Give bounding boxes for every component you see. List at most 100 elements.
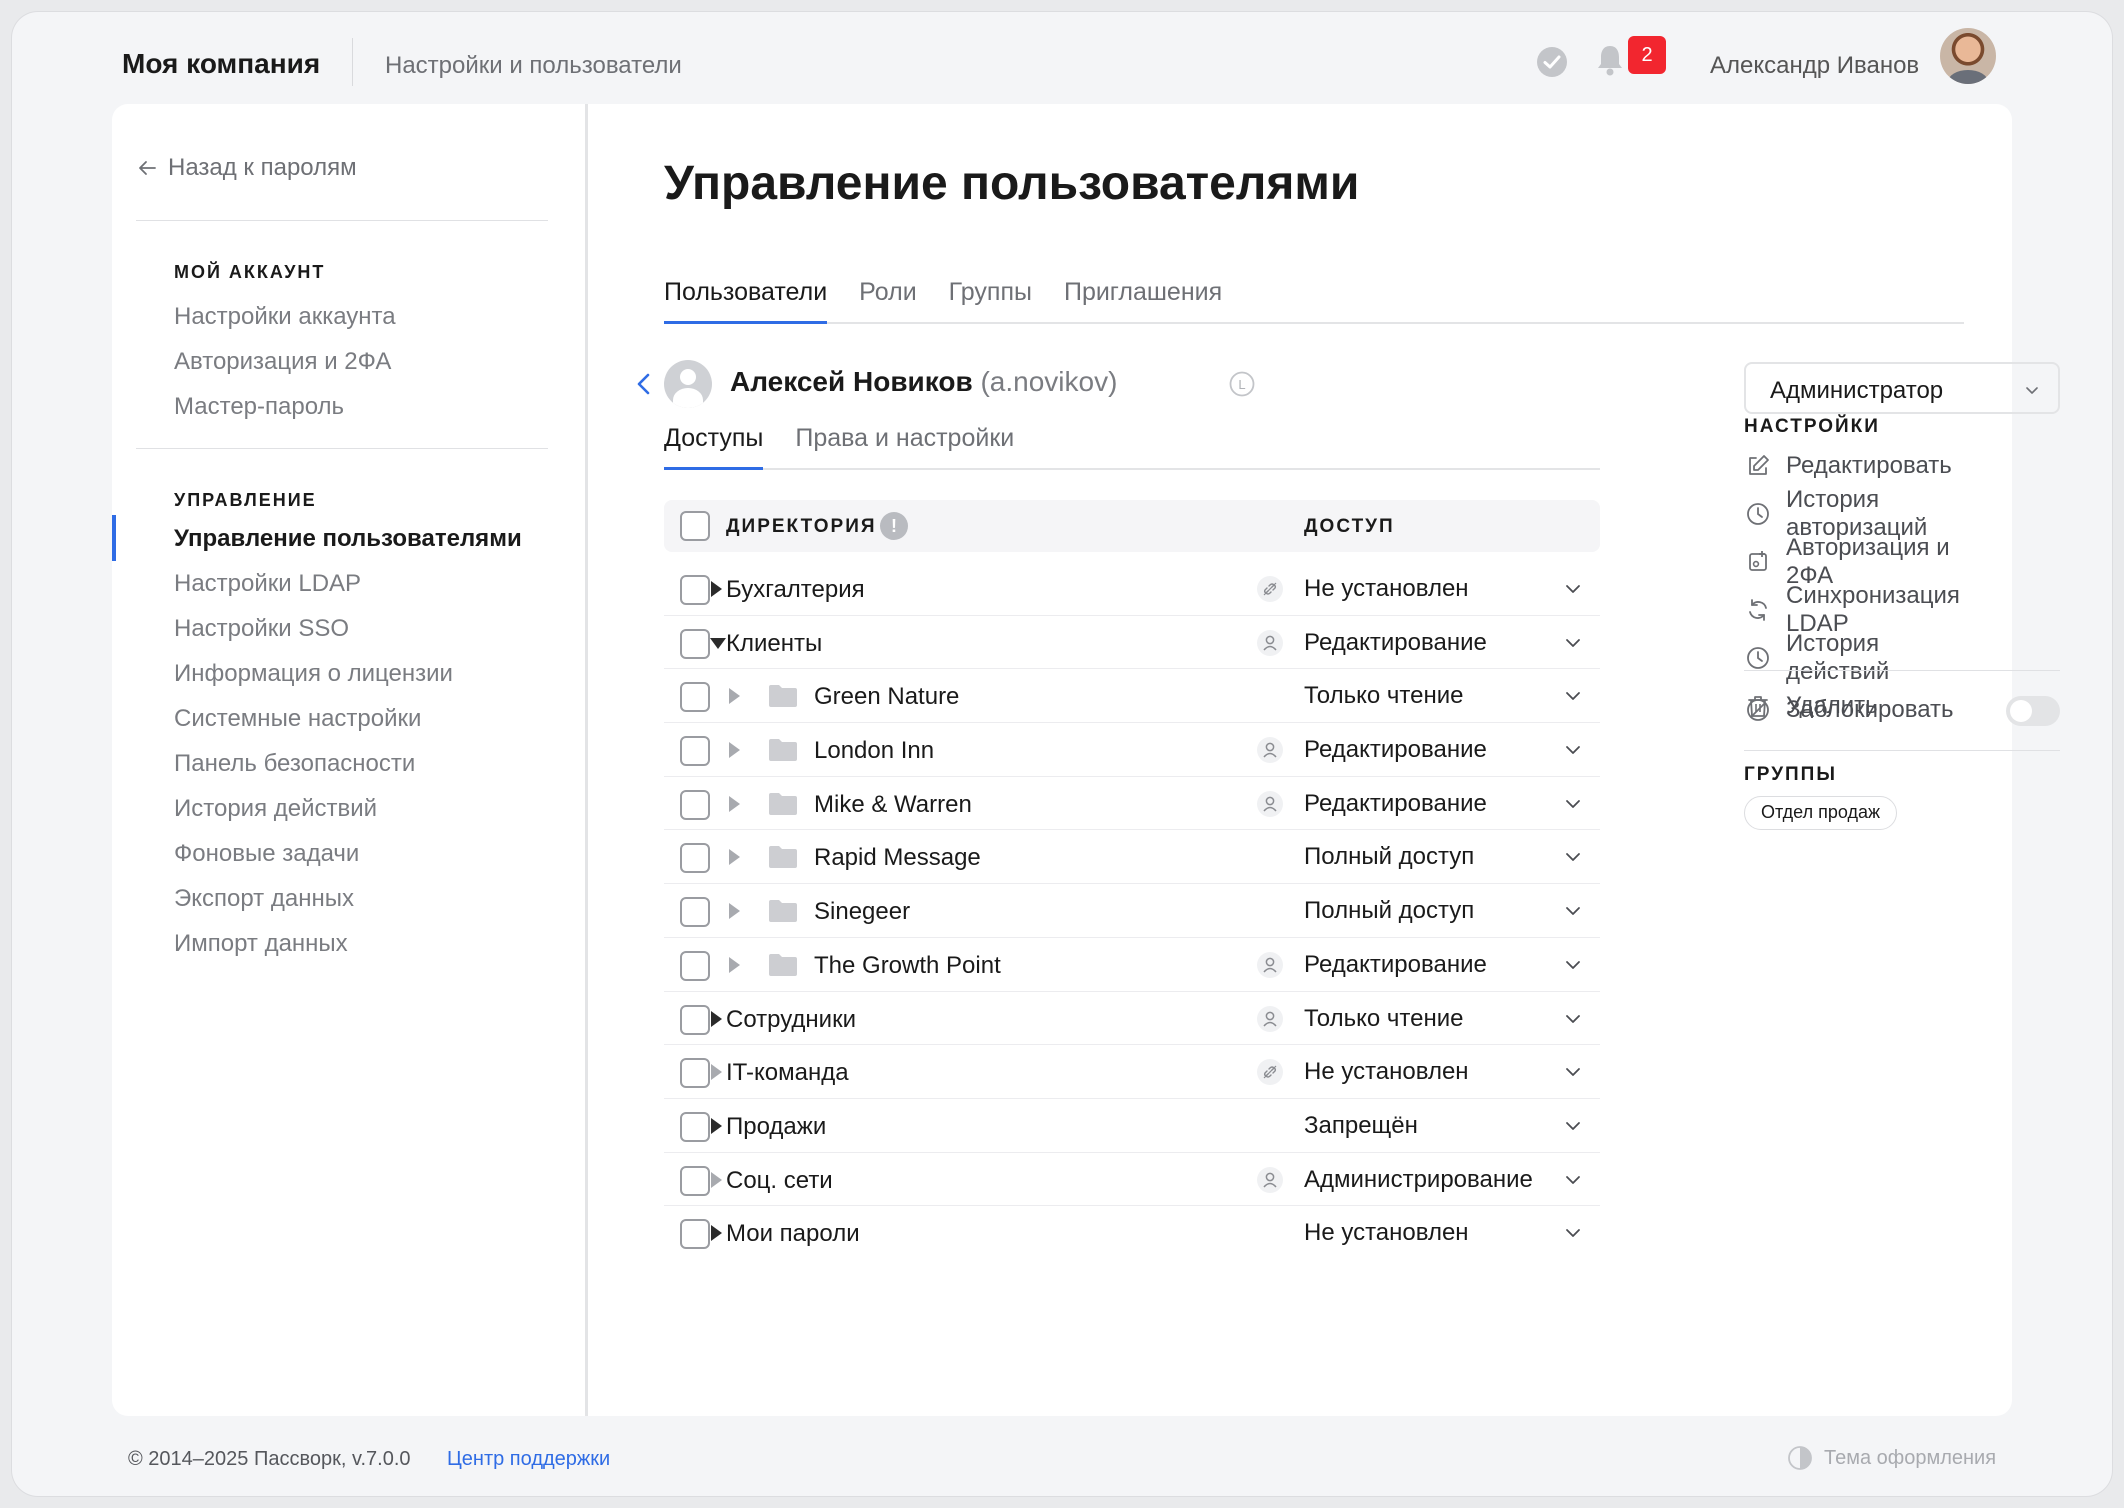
caret-right-icon[interactable] — [729, 903, 740, 920]
chevron-left-icon[interactable] — [632, 370, 656, 398]
row-access-select[interactable]: Редактирование — [1304, 790, 1487, 818]
caret-right-icon[interactable] — [711, 1117, 722, 1134]
tab-invitations[interactable]: Приглашения — [1064, 272, 1222, 322]
action-edit[interactable]: Редактировать — [1744, 442, 1972, 490]
row-access-select[interactable]: Администрирование — [1304, 1166, 1533, 1194]
row-directory-name[interactable]: Mike & Warren — [814, 791, 972, 819]
row-directory-name[interactable]: Sinegeer — [814, 898, 910, 926]
caret-right-icon[interactable] — [711, 1171, 722, 1188]
sidebar-item-license[interactable]: Информация о лицензии — [174, 651, 522, 696]
theme-toggle[interactable]: Тема оформления — [1786, 1444, 1996, 1472]
row-checkbox[interactable] — [680, 1165, 710, 1196]
row-checkbox[interactable] — [680, 789, 710, 820]
avatar[interactable] — [1940, 28, 1996, 84]
row-checkbox[interactable] — [680, 736, 710, 767]
action-ldap-sync[interactable]: Синхронизация LDAP — [1744, 582, 1972, 637]
sidebar-item-sso[interactable]: Настройки SSO — [174, 606, 522, 651]
current-user-name[interactable]: Александр Иванов — [1710, 52, 1919, 80]
action-auth-history[interactable]: История авторизаций — [1744, 486, 1972, 541]
row-checkbox[interactable] — [680, 843, 710, 874]
row-access-select[interactable]: Редактирование — [1304, 629, 1487, 657]
chevron-down-icon[interactable] — [1564, 795, 1582, 813]
sidebar-item-security-dashboard[interactable]: Панель безопасности — [174, 741, 522, 786]
caret-right-icon[interactable] — [729, 956, 740, 973]
row-directory-name[interactable]: Бухгалтерия — [726, 576, 865, 604]
row-checkbox[interactable] — [680, 682, 710, 713]
sidebar-item-background-tasks[interactable]: Фоновые задачи — [174, 831, 522, 876]
tab-rights-settings[interactable]: Права и настройки — [795, 422, 1014, 468]
row-directory-name[interactable]: Мои пароли — [726, 1220, 860, 1248]
chevron-down-icon[interactable] — [1564, 687, 1582, 705]
table-row[interactable]: Mike & Warren Редактирование — [664, 777, 1600, 831]
back-to-passwords-link[interactable]: Назад к паролям — [136, 154, 357, 182]
row-directory-name[interactable]: IT-команда — [726, 1059, 849, 1087]
row-checkbox[interactable] — [680, 897, 710, 928]
support-center-link[interactable]: Центр поддержки — [447, 1448, 610, 1471]
chevron-down-icon[interactable] — [1564, 956, 1582, 974]
table-row[interactable]: Sinegeer Полный доступ — [664, 884, 1600, 938]
table-row[interactable]: Green Nature Только чтение — [664, 669, 1600, 724]
caret-right-icon[interactable] — [711, 581, 722, 597]
caret-down-icon[interactable] — [710, 637, 726, 649]
group-chip[interactable]: Отдел продаж — [1744, 796, 1897, 830]
action-auth-2fa[interactable]: Авторизация и 2ФА — [1744, 534, 1972, 589]
block-toggle[interactable] — [2006, 696, 2060, 726]
tab-groups[interactable]: Группы — [949, 272, 1032, 322]
brand-name[interactable]: Моя компания — [122, 48, 320, 80]
chevron-down-icon[interactable] — [1564, 1224, 1582, 1242]
row-access-select[interactable]: Полный доступ — [1304, 843, 1474, 871]
tab-users[interactable]: Пользователи — [664, 272, 828, 324]
table-row[interactable]: IT-команда Не установлен — [664, 1045, 1600, 1099]
row-access-select[interactable]: Не установлен — [1304, 1058, 1469, 1086]
caret-right-icon[interactable] — [729, 688, 740, 705]
sidebar-item-import[interactable]: Импорт данных — [174, 921, 522, 966]
row-checkbox[interactable] — [680, 575, 710, 605]
row-directory-name[interactable]: Соц. сети — [726, 1167, 833, 1195]
row-access-select[interactable]: Только чтение — [1304, 1005, 1463, 1033]
chevron-down-icon[interactable] — [1564, 848, 1582, 866]
bell-icon[interactable] — [1590, 40, 1630, 80]
table-row[interactable]: London Inn Редактирование — [664, 723, 1600, 777]
chevron-down-icon[interactable] — [1564, 580, 1582, 598]
row-directory-name[interactable]: Rapid Message — [814, 844, 981, 872]
sidebar-item-master-password[interactable]: Мастер-пароль — [174, 384, 396, 429]
sidebar-item-auth-2fa[interactable]: Авторизация и 2ФА — [174, 339, 396, 384]
sidebar-item-activity-log[interactable]: История действий — [174, 786, 522, 831]
row-access-select[interactable]: Только чтение — [1304, 682, 1463, 710]
row-access-select[interactable]: Редактирование — [1304, 736, 1487, 764]
row-directory-name[interactable]: Клиенты — [726, 630, 822, 658]
tab-roles[interactable]: Роли — [859, 272, 916, 322]
table-row[interactable]: Соц. сети Администрирование — [664, 1153, 1600, 1207]
caret-right-icon[interactable] — [711, 1010, 722, 1027]
sidebar-item-account-settings[interactable]: Настройки аккаунта — [174, 294, 396, 339]
row-access-select[interactable]: Запрещён — [1304, 1112, 1418, 1140]
row-checkbox[interactable] — [680, 1058, 710, 1089]
table-row[interactable]: The Growth Point Редактирование — [664, 938, 1600, 992]
row-access-select[interactable]: Полный доступ — [1304, 897, 1474, 925]
table-row[interactable]: Rapid Message Полный доступ — [664, 830, 1600, 885]
row-checkbox[interactable] — [680, 628, 710, 659]
sidebar-item-export[interactable]: Экспорт данных — [174, 876, 522, 921]
row-checkbox[interactable] — [680, 1111, 710, 1142]
action-activity-history[interactable]: История действий — [1744, 630, 1972, 685]
sidebar-item-system-settings[interactable]: Системные настройки — [174, 696, 522, 741]
chevron-down-icon[interactable] — [1564, 1117, 1582, 1135]
table-row[interactable]: Сотрудники Только чтение — [664, 992, 1600, 1046]
row-checkbox[interactable] — [680, 1004, 710, 1035]
caret-right-icon[interactable] — [729, 742, 740, 759]
table-row[interactable]: Бухгалтерия Не установлен — [664, 562, 1600, 616]
chevron-down-icon[interactable] — [1564, 902, 1582, 920]
row-directory-name[interactable]: Сотрудники — [726, 1006, 856, 1034]
row-access-select[interactable]: Не установлен — [1304, 575, 1469, 603]
chevron-down-icon[interactable] — [1564, 1063, 1582, 1081]
chevron-down-icon[interactable] — [1564, 741, 1582, 759]
tab-access[interactable]: Доступы — [664, 422, 764, 470]
caret-right-icon[interactable] — [729, 849, 740, 866]
table-row[interactable]: Клиенты Редактирование — [664, 616, 1600, 670]
chevron-down-icon[interactable] — [1564, 1010, 1582, 1028]
row-access-select[interactable]: Редактирование — [1304, 951, 1487, 979]
sidebar-item-ldap[interactable]: Настройки LDAP — [174, 561, 522, 606]
row-directory-name[interactable]: Green Nature — [814, 683, 959, 711]
row-checkbox[interactable] — [680, 1219, 710, 1250]
table-row[interactable]: Мои пароли Не установлен — [664, 1206, 1600, 1260]
